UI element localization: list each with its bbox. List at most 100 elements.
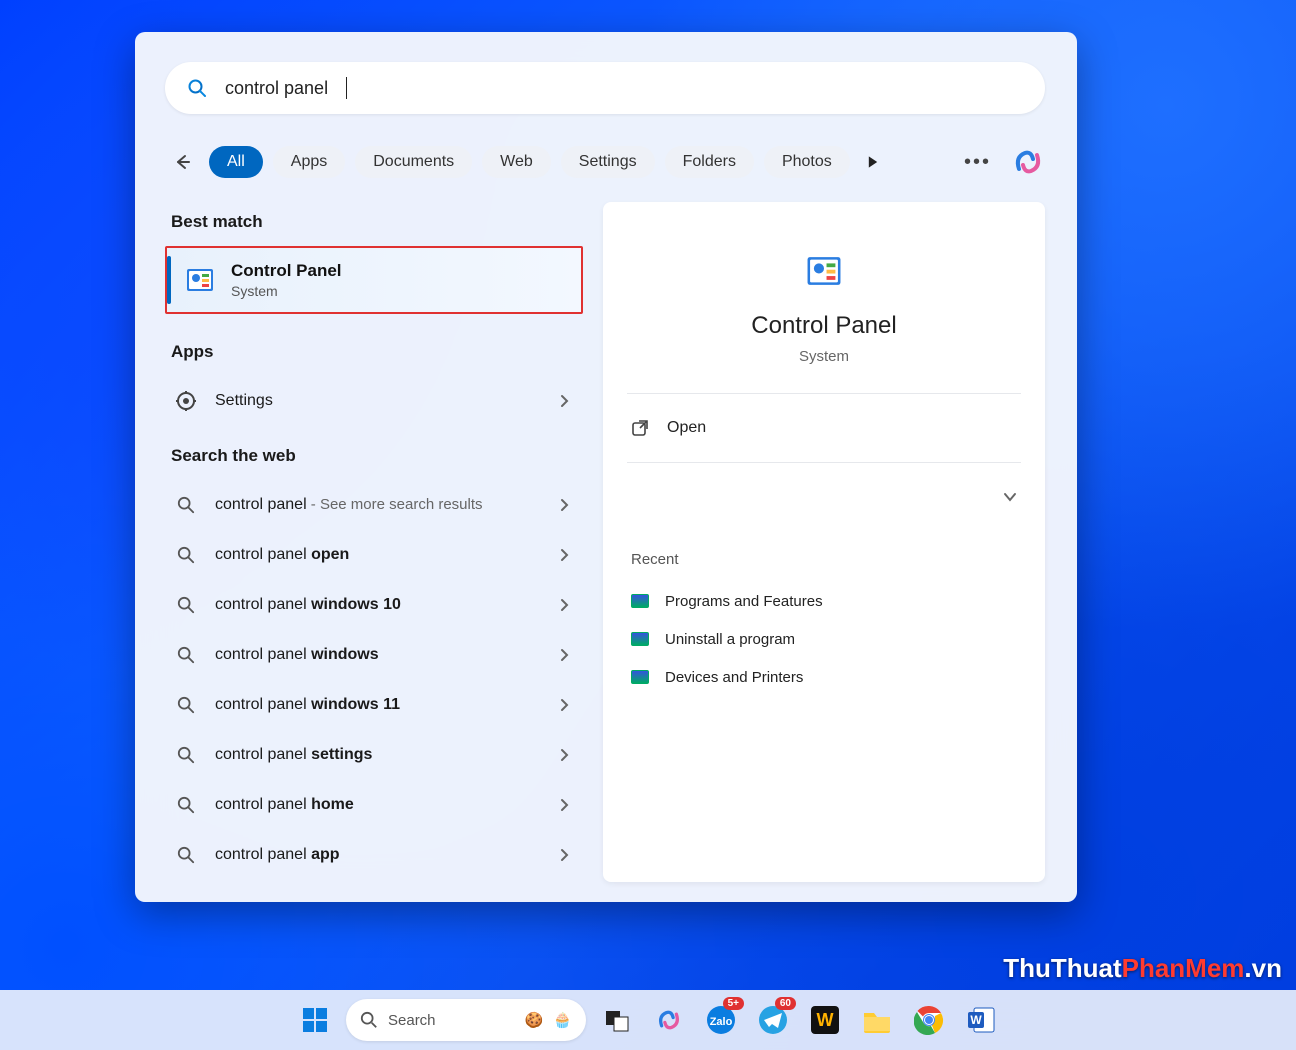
app-w-button[interactable]: W <box>804 999 846 1041</box>
filter-photos[interactable]: Photos <box>764 146 850 178</box>
svg-text:W: W <box>970 1013 982 1027</box>
chevron-right-icon <box>559 748 569 762</box>
best-match-control-panel[interactable]: Control Panel System <box>165 246 583 314</box>
chrome-button[interactable] <box>908 999 950 1041</box>
filter-all[interactable]: All <box>209 146 263 178</box>
section-apps: Apps <box>165 332 583 376</box>
svg-text:Zalo: Zalo <box>710 1016 733 1028</box>
filter-settings[interactable]: Settings <box>561 146 655 178</box>
search-icon <box>175 794 197 816</box>
best-match-title: Control Panel <box>231 261 342 281</box>
windows-logo-icon <box>301 1006 329 1034</box>
action-open[interactable]: Open <box>627 404 1021 452</box>
filter-row: All Apps Documents Web Settings Folders … <box>165 132 1045 192</box>
telegram-button[interactable] <box>752 999 794 1041</box>
web-result-row[interactable]: control panel windows 11 <box>165 680 583 730</box>
section-search-web: Search the web <box>165 436 583 480</box>
recent-uninstall-program[interactable]: Uninstall a program <box>627 620 1021 658</box>
task-view-button[interactable] <box>596 999 638 1041</box>
web-result-row[interactable]: control panel open <box>165 530 583 580</box>
search-icon <box>175 544 197 566</box>
selection-indicator <box>167 256 171 304</box>
zalo-icon: Zalo <box>706 1005 736 1035</box>
control-panel-mini-icon <box>631 632 649 646</box>
w-app-icon: W <box>811 1006 839 1034</box>
recent-label: Uninstall a program <box>665 631 795 648</box>
filter-documents[interactable]: Documents <box>355 146 472 178</box>
web-result-row[interactable]: control panel app <box>165 830 583 880</box>
web-result-label: control panel windows <box>215 646 559 664</box>
web-result-label: control panel open <box>215 546 559 564</box>
search-icon <box>175 494 197 516</box>
cupcake-icon: 🧁 <box>553 1011 572 1029</box>
chevron-right-icon <box>559 648 569 662</box>
file-explorer-button[interactable] <box>856 999 898 1041</box>
preview-subtitle: System <box>627 348 1021 365</box>
search-icon <box>175 744 197 766</box>
copilot-button[interactable] <box>1011 145 1045 179</box>
taskbar-search[interactable]: Search 🍪 🧁 <box>346 999 586 1041</box>
zalo-button[interactable]: Zalo <box>700 999 742 1041</box>
web-result-label: control panel home <box>215 796 559 814</box>
filter-web[interactable]: Web <box>482 146 551 178</box>
task-view-icon <box>604 1007 630 1033</box>
recent-label: Programs and Features <box>665 593 823 610</box>
web-result-label: control panel - See more search results <box>215 496 559 514</box>
filter-apps[interactable]: Apps <box>273 146 345 178</box>
start-button[interactable] <box>294 999 336 1041</box>
recent-header: Recent <box>631 551 1021 568</box>
search-icon <box>175 594 197 616</box>
more-options-button[interactable]: ••• <box>954 151 1001 174</box>
copilot-icon <box>1011 145 1045 179</box>
best-match-subtitle: System <box>231 283 342 299</box>
action-open-label: Open <box>667 419 706 437</box>
chevron-right-icon <box>559 498 569 512</box>
word-icon: W <box>966 1005 996 1035</box>
chevron-right-icon <box>559 394 569 408</box>
search-icon <box>175 844 197 866</box>
control-panel-mini-icon <box>631 670 649 684</box>
play-right-icon <box>866 155 880 169</box>
web-result-row[interactable]: control panel windows 10 <box>165 580 583 630</box>
divider <box>627 462 1021 463</box>
back-button[interactable] <box>165 145 199 179</box>
svg-text:W: W <box>817 1010 834 1030</box>
web-result-row[interactable]: control panel home <box>165 780 583 830</box>
search-bar[interactable]: control panel <box>165 62 1045 114</box>
start-search-panel: control panel All Apps Documents Web Set… <box>135 32 1077 902</box>
search-icon <box>175 694 197 716</box>
filter-overflow-button[interactable] <box>866 155 880 169</box>
cookie-icon: 🍪 <box>525 1011 544 1029</box>
watermark: ThuThuatPhanMem.vn <box>1003 953 1282 984</box>
search-icon <box>360 1011 378 1029</box>
control-panel-icon-large <box>805 252 843 290</box>
chevron-right-icon <box>559 548 569 562</box>
chevron-right-icon <box>559 698 569 712</box>
web-result-label: control panel app <box>215 846 559 864</box>
chrome-icon <box>914 1005 944 1035</box>
recent-label: Devices and Printers <box>665 669 803 686</box>
chevron-down-icon <box>1003 492 1017 502</box>
apps-settings-row[interactable]: Settings <box>165 376 583 426</box>
web-result-label: control panel settings <box>215 746 559 764</box>
control-panel-icon <box>185 265 215 295</box>
chevron-right-icon <box>559 598 569 612</box>
apps-settings-label: Settings <box>215 392 559 410</box>
taskbar-search-label: Search <box>388 1012 436 1029</box>
recent-programs-features[interactable]: Programs and Features <box>627 582 1021 620</box>
chevron-right-icon <box>559 848 569 862</box>
action-more[interactable] <box>627 473 1021 521</box>
web-result-row[interactable]: control panel windows <box>165 630 583 680</box>
folder-icon <box>862 1007 892 1033</box>
web-result-row[interactable]: control panel - See more search results <box>165 480 583 530</box>
web-result-label: control panel windows 11 <box>215 696 559 714</box>
web-result-row[interactable]: control panel settings <box>165 730 583 780</box>
copilot-taskbar-button[interactable] <box>648 999 690 1041</box>
word-button[interactable]: W <box>960 999 1002 1041</box>
desktop-wallpaper: control panel All Apps Documents Web Set… <box>0 0 1296 1050</box>
control-panel-mini-icon <box>631 594 649 608</box>
filter-folders[interactable]: Folders <box>665 146 754 178</box>
recent-devices-printers[interactable]: Devices and Printers <box>627 658 1021 696</box>
settings-gear-icon <box>175 390 197 412</box>
preview-title: Control Panel <box>627 312 1021 340</box>
